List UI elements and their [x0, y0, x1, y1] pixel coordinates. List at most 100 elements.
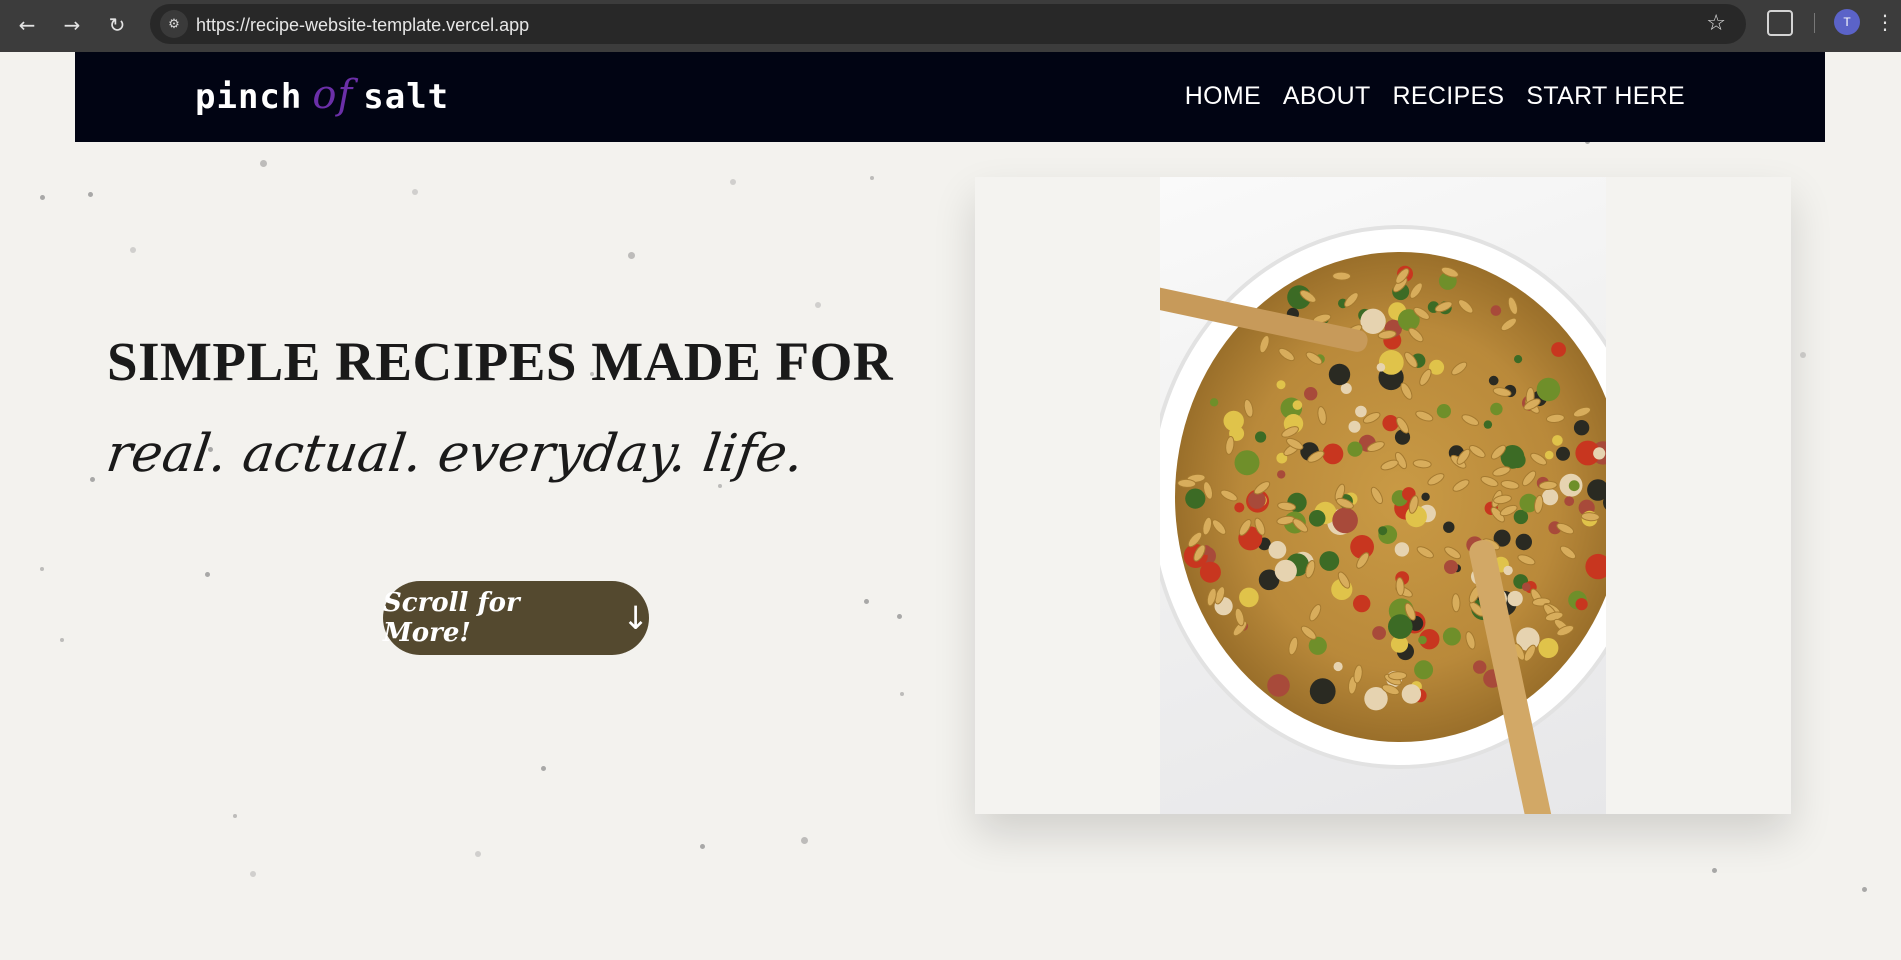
extensions-icon[interactable] [1767, 10, 1793, 36]
topping [1552, 435, 1563, 446]
address-bar[interactable]: ⚙ https://recipe-website-template.vercel… [150, 4, 1746, 44]
nav-about[interactable]: ABOUT [1283, 82, 1371, 111]
speckle-dot [60, 638, 64, 642]
speckle-dot [541, 766, 546, 771]
logo-word-of: of [312, 72, 354, 118]
topping [1355, 405, 1367, 418]
topping [1319, 551, 1340, 571]
topping [1503, 565, 1513, 576]
topping [1332, 507, 1358, 534]
speckle-dot [88, 192, 93, 197]
topping [1514, 355, 1523, 364]
speckle-dot [1862, 887, 1867, 892]
bookmark-star-icon[interactable]: ☆ [1706, 11, 1726, 36]
hero-script-tagline: real. actual. everyday. life. [102, 424, 808, 484]
site-logo[interactable]: pinch of salt [195, 72, 449, 118]
topping [1185, 488, 1206, 509]
speckle-dot [475, 851, 481, 857]
speckle-dot [205, 572, 210, 577]
browser-toolbar: ← → ↻ ⚙ https://recipe-website-template.… [0, 0, 1901, 52]
speckle-dot [1800, 352, 1806, 358]
speckle-dot [864, 599, 869, 604]
nav-home[interactable]: HOME [1185, 82, 1261, 111]
speckle-dot [700, 844, 705, 849]
topping [1239, 587, 1259, 608]
topping [1209, 398, 1219, 407]
page-body: pinch of salt HOME ABOUT RECIPES START H… [0, 52, 1901, 960]
speckle-dot [233, 814, 237, 818]
site-info-icon[interactable]: ⚙ [160, 10, 188, 38]
topping [1328, 363, 1351, 386]
speckle-dot [628, 252, 635, 259]
speckle-dot [900, 692, 904, 696]
profile-avatar[interactable]: T [1834, 9, 1860, 35]
topping [1575, 598, 1588, 611]
topping [1333, 661, 1343, 672]
topping [1522, 582, 1531, 592]
speckle-dot [250, 871, 256, 877]
logo-word-pinch: pinch [195, 77, 303, 117]
pasta-bowl-illustration [1160, 225, 1606, 814]
topping [1308, 510, 1326, 527]
fusilli-piece [1388, 671, 1408, 681]
topping [1372, 626, 1386, 640]
speckle-dot [260, 160, 267, 167]
topping [1490, 402, 1503, 416]
topping [1348, 420, 1361, 433]
topping [1593, 447, 1606, 460]
fusilli-piece [1451, 593, 1461, 613]
nav-start-here[interactable]: START HERE [1526, 82, 1685, 111]
speckle-dot [718, 484, 722, 488]
topping [1199, 561, 1221, 583]
topping [1308, 636, 1327, 655]
topping [1414, 660, 1434, 680]
speckle-dot [1712, 868, 1717, 873]
speckle-dot [40, 195, 45, 200]
topping [1436, 404, 1451, 419]
topping [1277, 470, 1286, 479]
fusilli-piece [1332, 271, 1352, 281]
topping [1223, 410, 1244, 432]
topping [1473, 660, 1487, 674]
site-header: pinch of salt HOME ABOUT RECIPES START H… [75, 52, 1825, 142]
topping [1544, 450, 1554, 460]
main-nav: HOME ABOUT RECIPES START HERE [1185, 82, 1685, 111]
topping [1276, 380, 1286, 390]
pasta-salad-photo [1160, 177, 1606, 814]
topping [1490, 305, 1502, 316]
speckle-dot [130, 247, 136, 253]
back-icon[interactable]: ← [12, 10, 42, 40]
topping [1536, 377, 1561, 402]
topping [1443, 521, 1455, 533]
speckle-dot [90, 477, 95, 482]
topping [1564, 496, 1575, 507]
speckle-dot [40, 567, 44, 571]
topping [1556, 446, 1570, 461]
topping [1418, 635, 1427, 645]
topping [1274, 559, 1297, 582]
topping [1515, 533, 1532, 551]
topping [1347, 441, 1363, 457]
topping [1360, 308, 1386, 334]
speckle-dot [815, 302, 821, 308]
scroll-for-more-button[interactable]: Scroll for More! ↓ [383, 581, 649, 655]
speckle-dot [870, 176, 874, 180]
topping [1267, 674, 1290, 697]
hero-title: SIMPLE RECIPES MADE FOR [107, 331, 894, 392]
reload-icon[interactable]: ↻ [102, 10, 132, 40]
topping [1442, 627, 1461, 646]
url-text[interactable]: https://recipe-website-template.vercel.a… [196, 15, 529, 36]
logo-word-salt: salt [363, 77, 450, 117]
topping [1292, 400, 1303, 410]
nav-recipes[interactable]: RECIPES [1393, 82, 1505, 111]
speckle-dot [897, 614, 902, 619]
toolbar-divider [1814, 13, 1815, 33]
scroll-button-label: Scroll for More! [383, 588, 520, 648]
topping [1304, 387, 1318, 401]
topping [1421, 492, 1430, 501]
topping [1394, 542, 1410, 557]
forward-icon[interactable]: → [57, 10, 87, 40]
more-menu-icon[interactable]: ⋮ [1875, 10, 1895, 34]
topping [1444, 560, 1458, 574]
topping [1255, 431, 1267, 443]
